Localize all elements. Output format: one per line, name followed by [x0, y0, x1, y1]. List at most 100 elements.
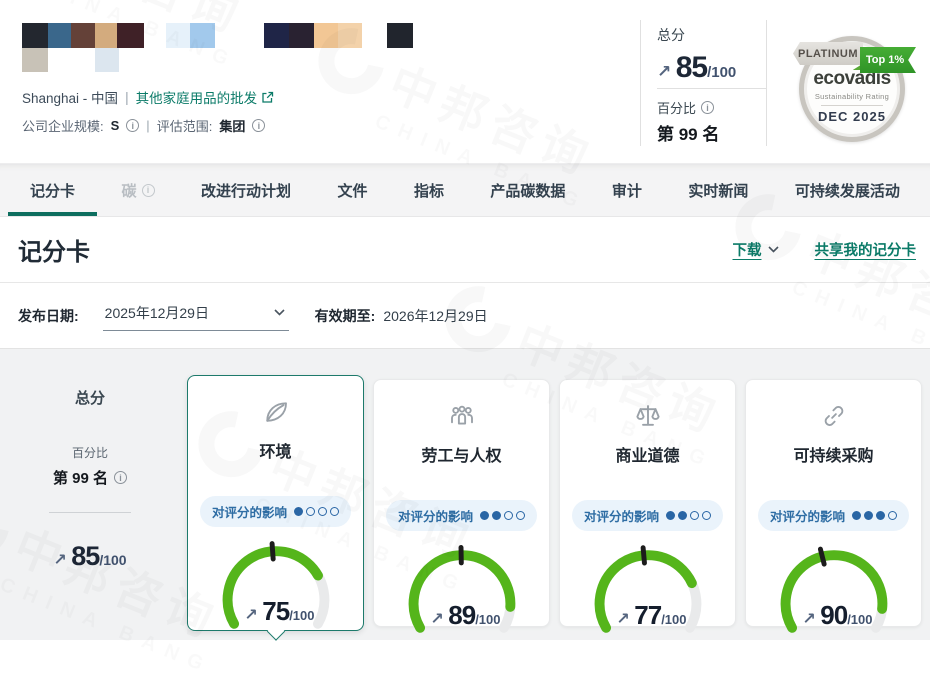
impact-dot [852, 511, 861, 520]
impact-dot [876, 511, 885, 520]
ecovadis-medal-badge: ecovadis Sustainability Rating DEC 2025 … [776, 6, 926, 156]
impact-dot [294, 507, 303, 516]
logo-swatch [95, 48, 119, 72]
logo-swatch-row-2 [22, 48, 119, 72]
trend-up-icon: ↗ [657, 62, 671, 81]
score-gauge: ↗ 90/100 [768, 539, 900, 633]
tab-label: 实时新闻 [688, 180, 748, 201]
impact-dots [480, 511, 525, 520]
trend-up-icon: ↗ [616, 611, 629, 628]
publish-date-select[interactable]: 2025年12月29日 [103, 301, 289, 331]
tab-improvement-plan[interactable]: 改进行动计划 [201, 164, 291, 216]
score-denominator: /100 [707, 64, 736, 81]
info-icon[interactable]: i [114, 471, 127, 484]
impact-dot [888, 511, 897, 520]
tab-sustainability-activities[interactable]: 可持续发展活动 [795, 164, 900, 216]
theme-card-title: 商业道德 [560, 442, 735, 466]
logo-swatch [314, 23, 338, 48]
info-icon[interactable]: i [701, 101, 714, 114]
page-title: 记分卡 [18, 232, 90, 267]
external-link-icon [261, 91, 274, 104]
impact-badge: 对评分的影响 [572, 500, 723, 531]
score-gauge: ↗ 89/100 [396, 539, 528, 633]
impact-dot [516, 511, 525, 520]
impact-dot [318, 507, 327, 516]
impact-badge: 对评分的影响 [386, 500, 537, 531]
logo-swatch [22, 23, 48, 48]
badge-subtitle: Sustainability Rating [815, 92, 889, 101]
tab-label: 改进行动计划 [201, 180, 291, 201]
tab-label: 记分卡 [30, 180, 75, 201]
info-icon[interactable]: i [126, 119, 139, 132]
theme-score-value: 90 [820, 600, 847, 630]
theme-score-value: 89 [448, 600, 475, 630]
overall-percentile-value: 第 99 名 [53, 467, 108, 488]
logo-swatch [71, 23, 95, 48]
overall-score-column: 总分 百分比 第 99 名 i ↗ 85/100 [2, 375, 178, 640]
gauge-needle [272, 544, 273, 559]
tab-live-news[interactable]: 实时新闻 [688, 164, 748, 216]
overall-percentile-label: 百分比 [2, 444, 178, 461]
people-icon [446, 401, 478, 431]
info-icon[interactable]: i [252, 119, 265, 132]
theme-card-title: 环境 [188, 438, 363, 462]
separator: | [146, 118, 149, 133]
tab-bar: 记分卡 碳i 改进行动计划 文件 指标 产品碳数据 审计 实时新闻 可持续发展活动 [0, 163, 930, 217]
impact-dot [504, 511, 513, 520]
info-icon: i [142, 184, 155, 197]
total-score-panel: 总分 ↗ 85/100 百分比 i 第 99 名 [640, 20, 767, 146]
gauge-needle [643, 548, 644, 563]
logo-swatch [338, 23, 362, 48]
impact-dot [666, 511, 675, 520]
trend-up-icon: ↗ [430, 611, 443, 628]
leaf-icon [261, 397, 291, 427]
theme-card-title: 可持续采购 [746, 442, 921, 466]
company-location: Shanghai - 中国 [22, 87, 118, 107]
company-header: Shanghai - 中国 | 其他家庭用品的批发 公司企业规模: S i | … [0, 0, 930, 163]
tab-label: 产品碳数据 [490, 180, 565, 201]
industry-link[interactable]: 其他家庭用品的批发 [136, 87, 275, 107]
tab-label: 指标 [414, 180, 444, 201]
overall-label: 总分 [2, 387, 178, 408]
impact-dot [690, 511, 699, 520]
publish-date-label: 发布日期: [18, 306, 79, 326]
logo-swatch [144, 23, 166, 48]
logo-swatch [117, 23, 144, 48]
logo-swatch-row-1 [22, 23, 413, 48]
trend-up-icon: ↗ [802, 611, 815, 628]
tab-audits[interactable]: 审计 [612, 164, 642, 216]
theme-card-sustainable-procurement[interactable]: 可持续采购 对评分的影响 ↗ 90/100 [745, 379, 922, 627]
badge-date: DEC 2025 [818, 109, 886, 124]
tab-scorecard[interactable]: 记分卡 [30, 164, 75, 216]
logo-swatch [387, 23, 413, 48]
tab-product-carbon-data[interactable]: 产品碳数据 [490, 164, 565, 216]
badge-divider [821, 105, 883, 106]
impact-badge: 对评分的影响 [758, 500, 909, 531]
impact-dot [864, 511, 873, 520]
impact-dots [666, 511, 711, 520]
download-button[interactable]: 下载 [733, 239, 779, 260]
company-size-value: S [111, 118, 120, 133]
logo-swatch [48, 48, 95, 72]
valid-until-value: 2026年12月29日 [383, 306, 487, 326]
score-gauge: ↗ 75/100 [210, 535, 342, 629]
impact-dots [852, 511, 897, 520]
tab-label: 文件 [337, 180, 367, 201]
share-scorecard-link[interactable]: 共享我的记分卡 [815, 239, 917, 260]
tab-documents[interactable]: 文件 [337, 164, 367, 216]
tab-label: 审计 [612, 180, 642, 201]
logo-swatch [190, 23, 215, 48]
theme-scores-section: 总分 百分比 第 99 名 i ↗ 85/100 环境 对评分的影响 [0, 349, 930, 640]
total-score-value: 85 [676, 51, 707, 84]
impact-dot [306, 507, 315, 516]
percentile-label: 百分比 [657, 98, 696, 117]
impact-dot [702, 511, 711, 520]
theme-card-labor-human-rights[interactable]: 劳工与人权 对评分的影响 ↗ 89/100 [373, 379, 550, 627]
theme-card-environment[interactable]: 环境 对评分的影响 ↗ 75/100 [187, 375, 364, 631]
theme-card-business-ethics[interactable]: 商业道德 对评分的影响 ↗ 77/100 [559, 379, 736, 627]
tab-label: 可持续发展活动 [795, 180, 900, 201]
theme-card-title: 劳工与人权 [374, 442, 549, 466]
tab-metrics[interactable]: 指标 [414, 164, 444, 216]
trend-up-icon: ↗ [53, 552, 66, 569]
tab-carbon[interactable]: 碳i [121, 164, 154, 216]
